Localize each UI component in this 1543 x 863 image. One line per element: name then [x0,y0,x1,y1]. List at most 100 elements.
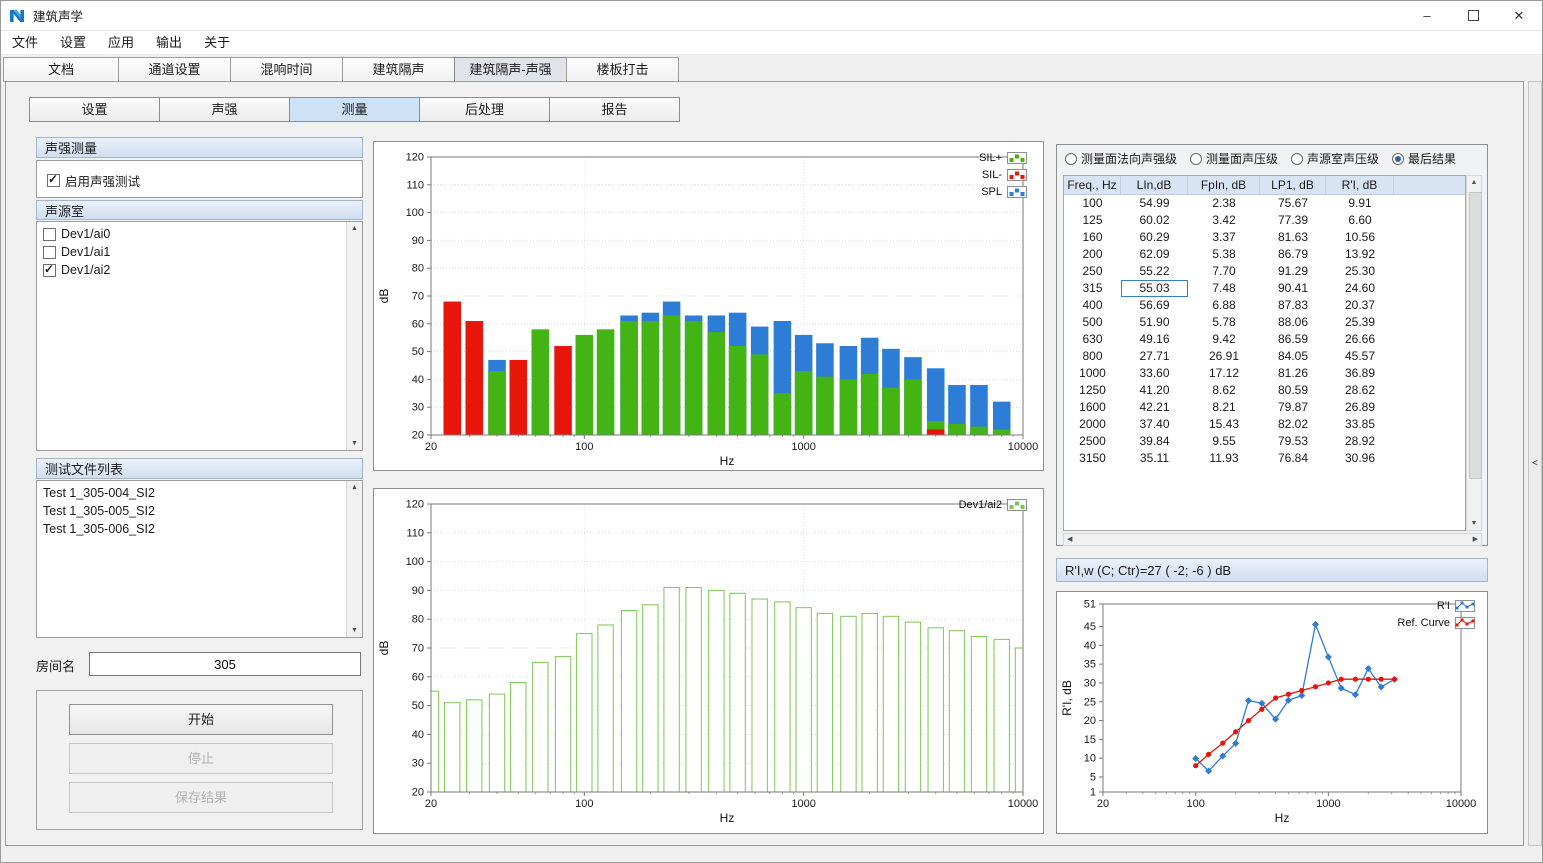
table-cell[interactable]: 60.02 [1121,212,1188,229]
room-name-input[interactable] [89,652,361,676]
table-cell[interactable]: 500 [1064,314,1121,331]
collapse-panel-handle[interactable]: < [1528,81,1542,846]
table-cell[interactable]: 13.92 [1326,246,1394,263]
table-cell[interactable]: 125 [1064,212,1121,229]
table-cell[interactable]: 55.22 [1121,263,1188,280]
close-button[interactable]: ✕ [1496,1,1542,30]
table-cell[interactable]: 35.11 [1121,450,1188,467]
table-cell[interactable]: 1250 [1064,382,1121,399]
table-cell[interactable]: 30.96 [1326,450,1394,467]
table-cell[interactable]: 3150 [1064,450,1121,467]
table-cell[interactable]: 2.38 [1188,195,1260,212]
file-item-1[interactable]: Test 1_305-005_SI2 [37,502,345,520]
table-cell[interactable]: 60.29 [1121,229,1188,246]
table-cell[interactable]: 250 [1064,263,1121,280]
table-cell[interactable]: 1000 [1064,365,1121,382]
table-cell[interactable]: 400 [1064,297,1121,314]
main-tab-5[interactable]: 楼板打击 [566,57,679,82]
table-cell[interactable]: 90.41 [1260,280,1326,297]
table-cell[interactable]: 9.55 [1188,433,1260,450]
table-cell[interactable]: 82.02 [1260,416,1326,433]
table-cell[interactable]: 8.62 [1188,382,1260,399]
main-tab-1[interactable]: 通道设置 [118,57,231,82]
table-hscrollbar[interactable]: ◀ ▶ [1063,533,1482,546]
table-cell[interactable]: 315 [1064,280,1121,297]
table-cell[interactable]: 81.26 [1260,365,1326,382]
scroll-up-icon[interactable]: ▲ [351,483,358,492]
scroll-right-icon[interactable]: ▶ [1473,535,1478,544]
main-tab-4[interactable]: 建筑隔声-声强 [454,57,567,82]
table-cell[interactable]: 79.53 [1260,433,1326,450]
radio-option-2[interactable]: 声源室声压级 [1291,150,1379,167]
sub-tab-1[interactable]: 声强 [159,97,290,122]
radio-option-1[interactable]: 测量面声压级 [1190,150,1278,167]
table-cell[interactable]: 88.06 [1260,314,1326,331]
table-cell[interactable]: 51.90 [1121,314,1188,331]
table-cell[interactable]: 39.84 [1121,433,1188,450]
table-cell[interactable]: 630 [1064,331,1121,348]
maximize-button[interactable] [1450,1,1496,30]
table-cell[interactable]: 56.69 [1121,297,1188,314]
table-cell[interactable]: 45.57 [1326,348,1394,365]
table-cell[interactable]: 6.60 [1326,212,1394,229]
table-cell[interactable]: 5.38 [1188,246,1260,263]
channel-checkbox[interactable] [43,264,56,277]
table-cell[interactable]: 3.37 [1188,229,1260,246]
main-tab-2[interactable]: 混响时间 [230,57,343,82]
file-item-2[interactable]: Test 1_305-006_SI2 [37,520,345,538]
table-cell[interactable]: 41.20 [1121,382,1188,399]
table-cell[interactable]: 87.83 [1260,297,1326,314]
table-cell[interactable]: 200 [1064,246,1121,263]
table-cell[interactable]: 9.42 [1188,331,1260,348]
sub-tab-2[interactable]: 测量 [289,97,420,122]
table-cell[interactable]: 86.79 [1260,246,1326,263]
table-cell[interactable]: 55.03 [1121,280,1188,297]
menu-item-1[interactable]: 设置 [49,31,97,54]
table-cell[interactable]: 800 [1064,348,1121,365]
table-cell[interactable]: 42.21 [1121,399,1188,416]
scroll-up-icon[interactable]: ▲ [1471,178,1478,187]
table-cell[interactable]: 76.84 [1260,450,1326,467]
table-cell[interactable]: 3.42 [1188,212,1260,229]
table-cell[interactable]: 84.05 [1260,348,1326,365]
scroll-left-icon[interactable]: ◀ [1067,535,1072,544]
table-cell[interactable]: 17.12 [1188,365,1260,382]
table-cell[interactable]: 7.48 [1188,280,1260,297]
enable-test-checkbox[interactable] [47,174,60,187]
table-cell[interactable]: 5.78 [1188,314,1260,331]
channel-item-1[interactable]: Dev1/ai1 [37,243,345,261]
scrollbar-thumb[interactable] [1469,192,1482,479]
table-cell[interactable]: 8.21 [1188,399,1260,416]
table-cell[interactable]: 28.92 [1326,433,1394,450]
table-cell[interactable]: 2500 [1064,433,1121,450]
table-cell[interactable]: 1600 [1064,399,1121,416]
table-cell[interactable]: 100 [1064,195,1121,212]
sub-tab-3[interactable]: 后处理 [419,97,550,122]
table-cell[interactable]: 10.56 [1326,229,1394,246]
channel-list-scrollbar[interactable]: ▲ ▼ [346,222,362,450]
channel-item-0[interactable]: Dev1/ai0 [37,225,345,243]
table-cell[interactable]: 11.93 [1188,450,1260,467]
table-cell[interactable]: 49.16 [1121,331,1188,348]
table-cell[interactable]: 36.89 [1326,365,1394,382]
channel-checkbox[interactable] [43,228,56,241]
table-cell[interactable]: 25.30 [1326,263,1394,280]
table-cell[interactable]: 37.40 [1121,416,1188,433]
table-cell[interactable]: 77.39 [1260,212,1326,229]
menu-item-0[interactable]: 文件 [1,31,49,54]
table-cell[interactable]: 15.43 [1188,416,1260,433]
menu-item-2[interactable]: 应用 [97,31,145,54]
main-tab-3[interactable]: 建筑隔声 [342,57,455,82]
save-results-button[interactable]: 保存结果 [69,782,333,813]
sub-tab-0[interactable]: 设置 [29,97,160,122]
table-vscrollbar[interactable]: ▲ ▼ [1466,175,1482,531]
table-cell[interactable]: 81.63 [1260,229,1326,246]
radio-option-0[interactable]: 测量面法向声强级 [1065,150,1177,167]
channel-item-2[interactable]: Dev1/ai2 [37,261,345,279]
stop-button[interactable]: 停止 [69,743,333,774]
table-cell[interactable]: 25.39 [1326,314,1394,331]
table-cell[interactable]: 33.60 [1121,365,1188,382]
main-tab-0[interactable]: 文档 [3,57,119,82]
minimize-button[interactable]: – [1404,1,1450,30]
table-cell[interactable]: 75.67 [1260,195,1326,212]
